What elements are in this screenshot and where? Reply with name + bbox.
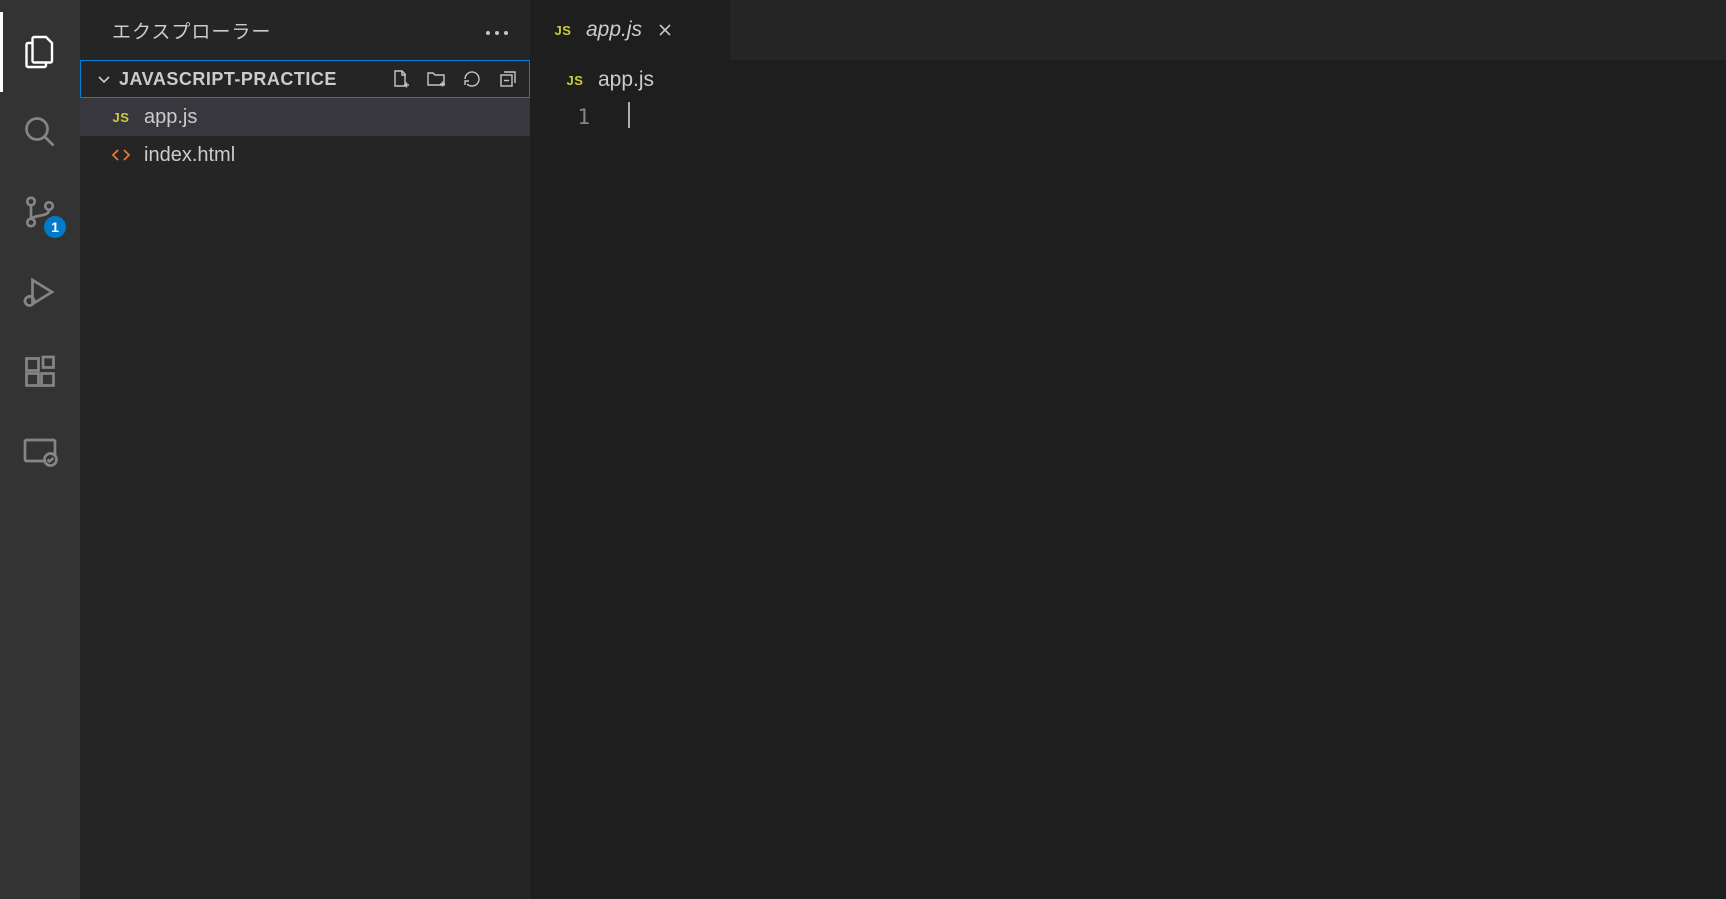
js-file-icon: JS (108, 110, 134, 125)
tab-bar: JS app.js (530, 0, 1726, 60)
chevron-down-icon (93, 71, 115, 87)
refresh-icon (462, 69, 482, 89)
breadcrumb[interactable]: JS app.js (530, 60, 1726, 100)
ellipsis-icon (484, 29, 510, 37)
scm-badge: 1 (44, 216, 66, 238)
extensions-icon (22, 354, 58, 390)
html-file-icon (108, 145, 134, 165)
collapse-all-icon (498, 69, 518, 89)
activity-extensions[interactable] (0, 332, 80, 412)
code-area[interactable] (626, 100, 1726, 899)
folder-header[interactable]: JAVASCRIPT-PRACTICE (80, 60, 530, 98)
file-list: JS app.js index.html (80, 98, 530, 899)
file-label: app.js (144, 106, 197, 129)
sidebar-title: エクスプローラー (112, 17, 271, 44)
text-cursor (628, 102, 630, 128)
line-number: 1 (530, 102, 590, 132)
js-file-icon: JS (562, 73, 588, 88)
files-icon (22, 34, 58, 70)
file-label: index.html (144, 144, 235, 167)
file-item-app-js[interactable]: JS app.js (80, 98, 530, 136)
activity-search[interactable] (0, 92, 80, 172)
close-icon (656, 21, 674, 39)
current-line-highlight (626, 102, 1726, 132)
activity-run-debug[interactable] (0, 252, 80, 332)
new-folder-icon (426, 69, 446, 89)
new-folder-button[interactable] (425, 68, 447, 90)
search-icon (22, 114, 58, 150)
tab-label: app.js (586, 18, 642, 42)
run-debug-icon (22, 274, 58, 310)
explorer-sidebar: エクスプローラー JAVASCRIPT-PRACTICE (80, 0, 530, 899)
sidebar-more-button[interactable] (484, 17, 510, 43)
tab-app-js[interactable]: JS app.js (530, 0, 730, 60)
tab-close-button[interactable] (652, 17, 678, 43)
refresh-button[interactable] (461, 68, 483, 90)
folder-actions (389, 68, 519, 90)
app-root: 1 エクスプローラー JAVASCRIPT-PRACTICE (0, 0, 1726, 899)
breadcrumb-label: app.js (598, 68, 654, 92)
gutter: 1 (530, 100, 626, 899)
code-line[interactable] (626, 102, 1726, 132)
activity-remote[interactable] (0, 412, 80, 492)
remote-icon (22, 434, 58, 470)
js-file-icon: JS (550, 23, 576, 38)
editor-body[interactable]: 1 (530, 100, 1726, 899)
folder-name: JAVASCRIPT-PRACTICE (119, 69, 389, 90)
new-file-icon (390, 69, 410, 89)
collapse-all-button[interactable] (497, 68, 519, 90)
editor-area: JS app.js JS app.js 1 (530, 0, 1726, 899)
file-item-index-html[interactable]: index.html (80, 136, 530, 174)
new-file-button[interactable] (389, 68, 411, 90)
activity-explorer[interactable] (0, 12, 80, 92)
activity-source-control[interactable]: 1 (0, 172, 80, 252)
activity-bar: 1 (0, 0, 80, 899)
sidebar-header: エクスプローラー (80, 0, 530, 60)
